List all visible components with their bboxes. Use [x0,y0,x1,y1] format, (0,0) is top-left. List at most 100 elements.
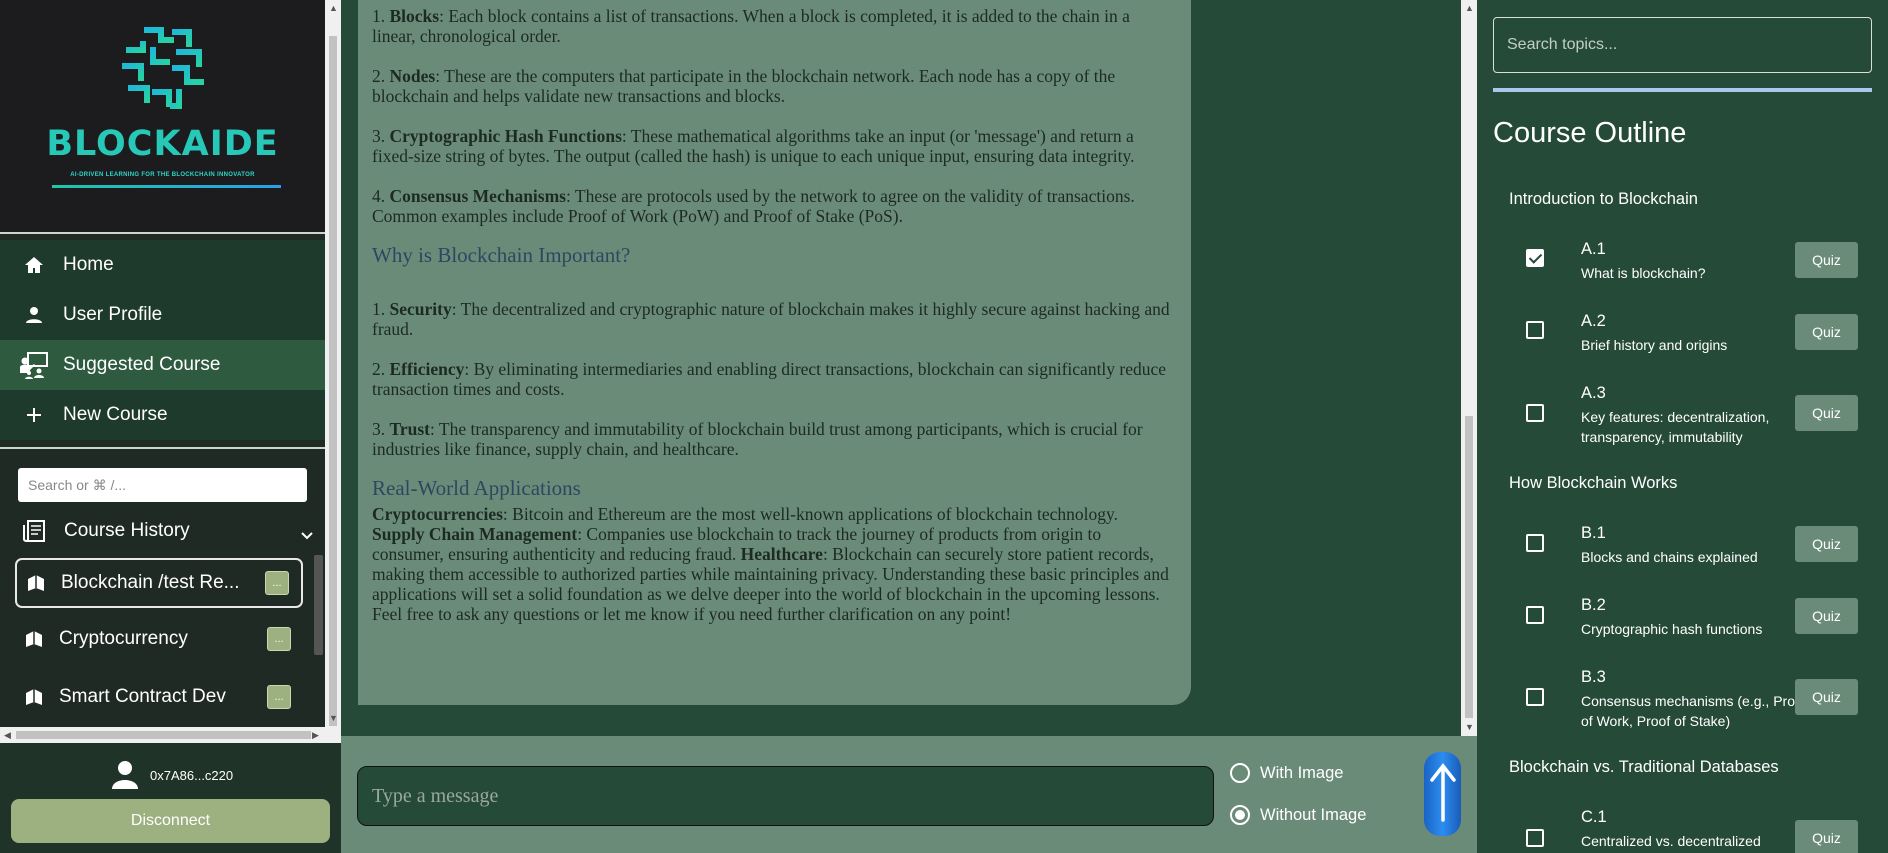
nav-label: New Course [63,404,168,425]
nav-label: Home [63,254,114,275]
history-search-input[interactable] [18,468,307,502]
wallet-user: 0x7A86...c220 [110,759,233,792]
lesson-checkbox[interactable] [1526,688,1544,706]
history-item[interactable]: Blockchain /test Re... ... [15,558,303,608]
book-icon [23,687,45,707]
nav-item-suggested-course[interactable]: Suggested Course [0,340,325,390]
history-item-menu-button[interactable]: ... [267,685,291,709]
send-button[interactable] [1424,752,1461,836]
lesson-code: A.1 [1581,240,1606,258]
quiz-button[interactable]: Quiz [1795,598,1858,634]
history-item[interactable]: Smart Contract Dev ... [15,672,303,722]
app-window: BLOCKAIDE AI-DRIVEN LEARNING FOR THE BLO… [0,0,1888,853]
section-title: How Blockchain Works [1509,474,1678,492]
scroll-down-icon[interactable]: ▼ [1465,722,1474,732]
quiz-button[interactable]: Quiz [1795,679,1858,715]
lesson-checkbox[interactable] [1526,606,1544,624]
plus-icon [19,402,49,428]
topic-search[interactable] [1493,17,1872,73]
history-item[interactable]: Cryptocurrency ... [15,614,303,664]
sidebar-scroll-area: BLOCKAIDE AI-DRIVEN LEARNING FOR THE BLO… [0,0,341,743]
sidebar-vertical-scrollbar[interactable]: ▲ ▼ [325,0,341,743]
scrollbar-thumb[interactable] [16,731,311,739]
quiz-button[interactable]: Quiz [1795,242,1858,278]
with-image-option[interactable]: With Image [1230,763,1343,783]
message-paragraph: 3. Cryptographic Hash Functions: These m… [372,126,1135,166]
history-scrollbar[interactable] [314,555,323,655]
history-item-menu-button[interactable]: ... [267,627,291,651]
divider [0,232,325,234]
lesson-checkbox[interactable] [1526,321,1544,339]
chat-scroll-area: 1. Blocks: Each block contains a list of… [341,0,1477,736]
lesson-desc: What is blockchain? [1581,265,1706,281]
nav-item-new-course[interactable]: New Course [0,390,325,440]
lesson-checkbox[interactable] [1526,534,1544,552]
topic-search-input[interactable] [1494,18,1871,72]
radio-button[interactable] [1230,805,1250,825]
scroll-left-icon[interactable]: ◀ [4,730,11,741]
lesson-desc: Cryptographic hash functions [1581,621,1763,637]
nav-item-user-profile[interactable]: User Profile [0,290,325,340]
chat-area: 1. Blocks: Each block contains a list of… [341,0,1477,853]
message-paragraph: 4. Consensus Mechanisms: These are proto… [372,186,1135,226]
brand-name: BLOCKAIDE [46,124,279,164]
quiz-button[interactable]: Quiz [1795,526,1858,562]
section-title: Introduction to Blockchain [1509,190,1698,208]
message-paragraph: Cryptocurrencies: Bitcoin and Ethereum a… [372,504,1169,624]
scrollbar-thumb[interactable] [329,36,337,726]
lesson-code: B.2 [1581,596,1606,614]
course-history-toggle[interactable]: Course History [0,512,325,550]
quiz-button[interactable]: Quiz [1795,395,1858,431]
message-heading: Why is Blockchain Important? [372,243,631,267]
scrollbar-thumb[interactable] [1465,416,1473,718]
scroll-up-icon[interactable]: ▲ [329,3,338,13]
lesson-desc: Key features: decentralization, transpar… [1581,409,1770,445]
quiz-button[interactable]: Quiz [1795,820,1858,853]
book-icon [25,573,47,593]
scroll-up-icon[interactable]: ▲ [1465,3,1474,13]
lesson-code: A.2 [1581,312,1606,330]
history-search[interactable] [18,468,307,502]
logo[interactable]: BLOCKAIDE AI-DRIVEN LEARNING FOR THE BLO… [0,0,325,232]
teacher-icon [19,352,49,379]
lesson-desc: Centralized vs. decentralized [1581,833,1761,849]
nav-label: Suggested Course [63,354,221,375]
quiz-button[interactable]: Quiz [1795,314,1858,350]
brand-tagline: AI-DRIVEN LEARNING FOR THE BLOCKCHAIN IN… [70,172,255,178]
message-composer: With Image Without Image [341,736,1477,853]
course-outline-title: Course Outline [1493,117,1687,149]
lesson-checkbox[interactable] [1526,249,1544,267]
disconnect-button[interactable]: Disconnect [11,799,330,843]
without-image-label: Without Image [1260,805,1367,824]
section-title: Blockchain vs. Traditional Databases [1509,758,1779,776]
message-input-box[interactable] [357,766,1214,826]
lesson-checkbox[interactable] [1526,829,1544,847]
history-icon [20,518,50,544]
nav-item-home[interactable]: Home [0,240,325,290]
chat-scrollbar[interactable]: ▲ ▼ [1461,0,1477,736]
assistant-message: 1. Blocks: Each block contains a list of… [358,0,1191,705]
wallet-address: 0x7A86...c220 [150,768,234,783]
course-history-title: Course History [64,520,190,541]
home-icon [19,252,49,278]
lesson-checkbox[interactable] [1526,404,1544,422]
message-input[interactable] [358,767,1213,825]
lesson-code: B.1 [1581,524,1606,542]
lesson-desc: Consensus mechanisms (e.g., Proof of Wor… [1581,693,1807,729]
book-icon [23,629,45,649]
lesson-desc: Blocks and chains explained [1581,549,1758,565]
lesson-code: B.3 [1581,668,1606,686]
history-item-menu-button[interactable]: ... [265,571,289,595]
logo-mark-icon [122,27,206,113]
history-item-label: Smart Contract Dev [59,686,226,707]
scroll-right-icon[interactable]: ▶ [312,730,319,741]
sidebar-horizontal-scrollbar[interactable]: ◀ ▶ [0,727,325,743]
message-paragraph: 3. Trust: The transparency and immutabil… [372,419,1143,459]
scroll-down-icon[interactable]: ▼ [329,713,338,723]
radio-button[interactable] [1230,763,1250,783]
without-image-option[interactable]: Without Image [1230,805,1366,825]
message-paragraph: 1. Blocks: Each block contains a list of… [372,6,1130,46]
avatar-icon [110,759,140,792]
divider [0,447,325,449]
message-paragraph: 1. Security: The decentralized and crypt… [372,299,1170,339]
